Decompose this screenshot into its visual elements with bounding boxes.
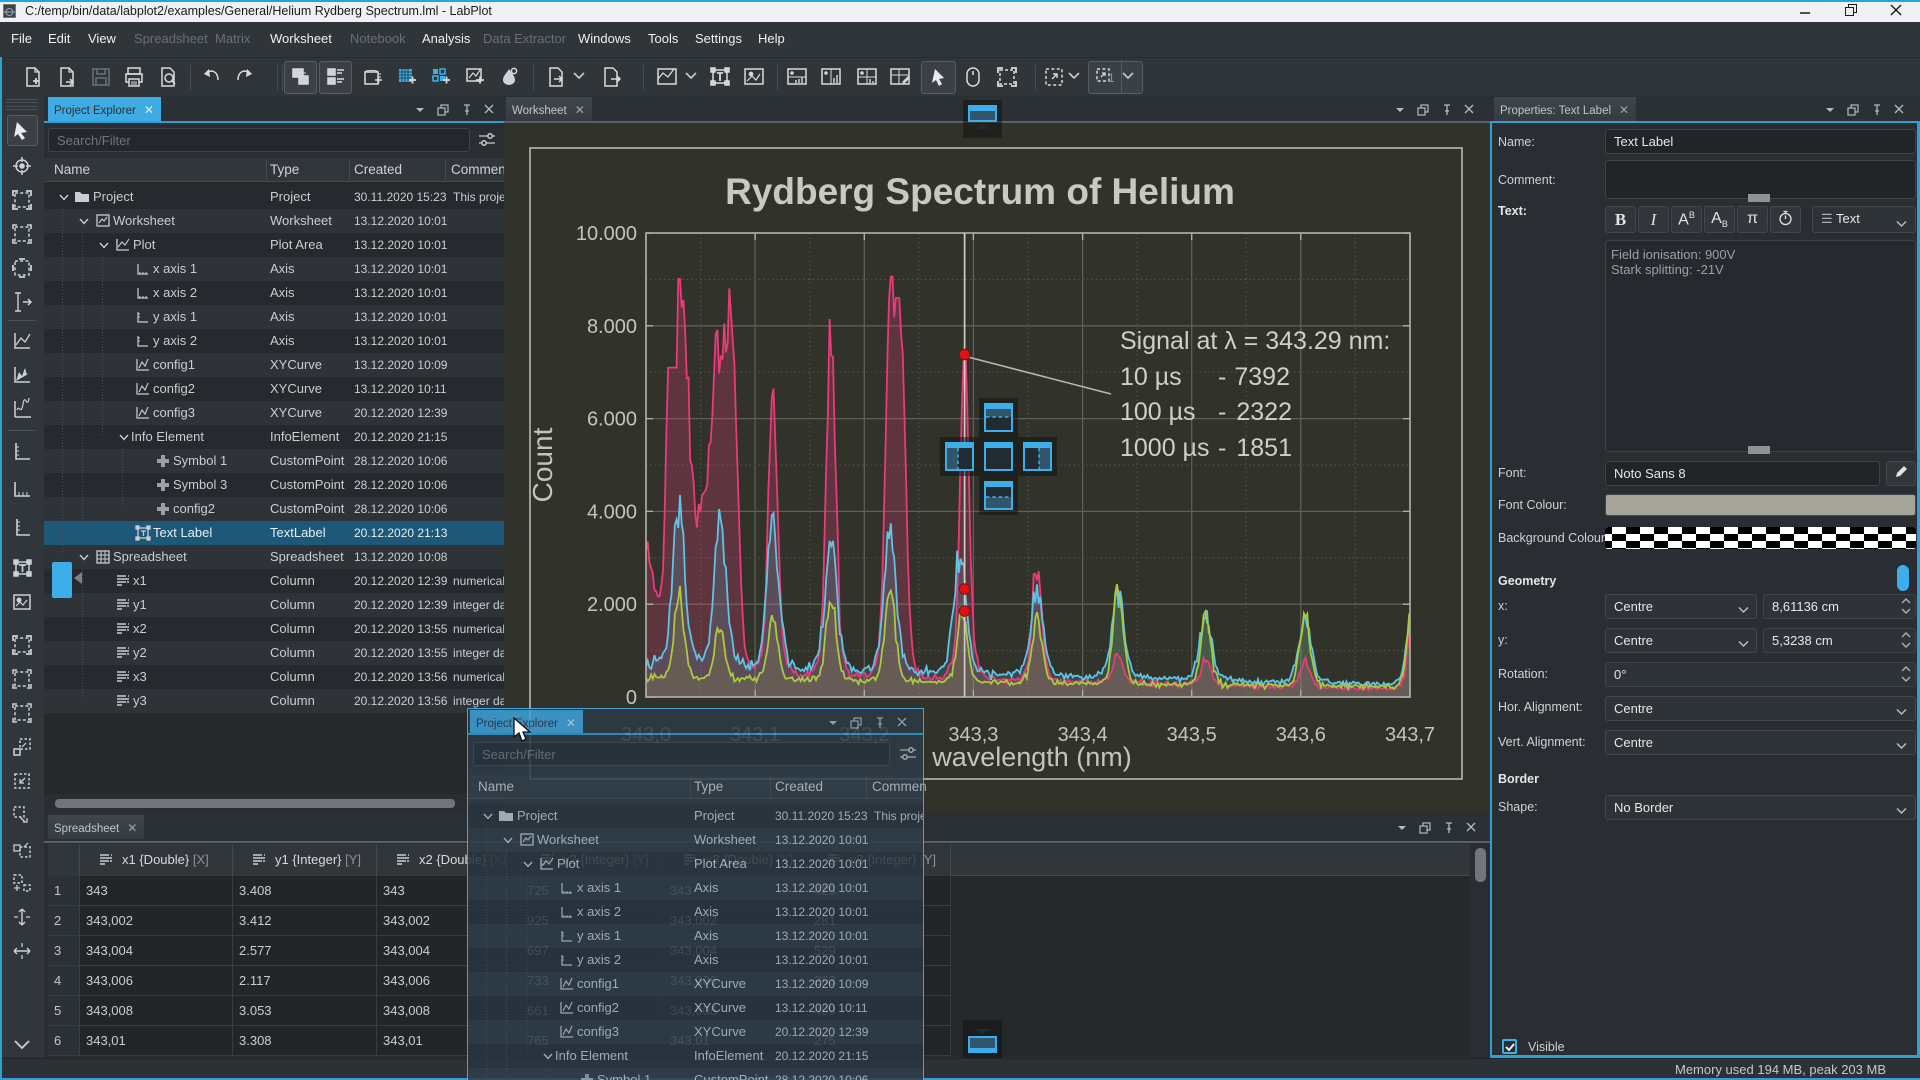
- svg-text:2.000: 2.000: [587, 594, 637, 616]
- svg-text:343,5: 343,5: [1167, 724, 1217, 746]
- svg-text:-: -: [1218, 434, 1226, 462]
- svg-text:1: 1: [1108, 71, 1115, 85]
- svg-text:7392: 7392: [1234, 363, 1290, 391]
- svg-text:10 µs: 10 µs: [1120, 363, 1182, 391]
- svg-text:wavelength (nm): wavelength (nm): [931, 742, 1132, 772]
- svg-text:2322: 2322: [1236, 398, 1292, 426]
- svg-text:1000 µs: 1000 µs: [1120, 434, 1209, 462]
- svg-text:6.000: 6.000: [587, 409, 637, 431]
- svg-text:1851: 1851: [1236, 434, 1292, 462]
- svg-text:4.000: 4.000: [587, 501, 637, 523]
- svg-text:Rydberg Spectrum of Helium: Rydberg Spectrum of Helium: [725, 171, 1235, 212]
- svg-text:343,6: 343,6: [1276, 724, 1326, 746]
- svg-text:-: -: [1218, 398, 1226, 426]
- svg-text:Count: Count: [527, 427, 558, 502]
- svg-text:10.000: 10.000: [576, 223, 637, 245]
- svg-text:100 µs: 100 µs: [1120, 398, 1196, 426]
- svg-text:343,7: 343,7: [1385, 724, 1435, 746]
- svg-text:8.000: 8.000: [587, 316, 637, 338]
- svg-text:0: 0: [626, 687, 637, 709]
- svg-text:Signal at λ = 343.29 nm:: Signal at λ = 343.29 nm:: [1120, 327, 1390, 355]
- svg-text:-: -: [1218, 363, 1226, 391]
